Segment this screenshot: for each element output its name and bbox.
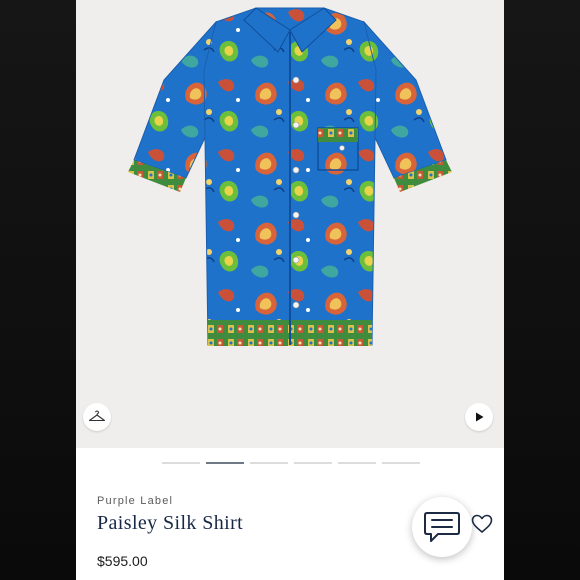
- right-letterbox: [504, 0, 580, 580]
- chat-button[interactable]: [412, 497, 472, 557]
- brand-label: Purple Label: [97, 495, 174, 507]
- gallery-dot[interactable]: [250, 462, 288, 464]
- gallery-dot-active[interactable]: [206, 462, 244, 464]
- gallery-pagination: [162, 462, 420, 464]
- play-video-button[interactable]: [465, 403, 493, 431]
- hanger-icon: [88, 410, 106, 422]
- gallery-dot[interactable]: [294, 462, 332, 464]
- play-icon: [476, 412, 484, 422]
- heart-icon[interactable]: [471, 514, 493, 534]
- chat-bubble-icon: [424, 512, 460, 542]
- product-title: Paisley Silk Shirt: [97, 512, 244, 534]
- gallery-dot[interactable]: [338, 462, 376, 464]
- product-screen: Purple Label Paisley Silk Shirt $595.00: [76, 0, 504, 580]
- product-image-area[interactable]: [76, 0, 504, 448]
- left-letterbox: [0, 0, 76, 580]
- hanger-button[interactable]: [83, 403, 111, 431]
- gallery-dot[interactable]: [382, 462, 420, 464]
- product-image: [128, 7, 452, 346]
- product-price: $595.00: [97, 553, 148, 569]
- gallery-dot[interactable]: [162, 462, 200, 464]
